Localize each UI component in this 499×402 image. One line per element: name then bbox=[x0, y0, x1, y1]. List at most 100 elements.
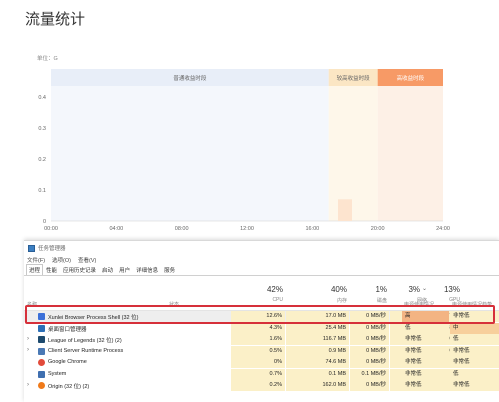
cpu-value: 4.3% bbox=[231, 322, 285, 334]
process-row[interactable]: Google Chrome0%74.6 MB0 MB/秒0 Mbps0%非常低非… bbox=[24, 357, 499, 368]
band-label-2: 高收益时段 bbox=[397, 74, 425, 82]
x-tick-label: 12:00 bbox=[240, 226, 254, 232]
tab-details[interactable]: 详细信息 bbox=[133, 264, 161, 275]
disk-value: 0 MB/秒 bbox=[350, 357, 389, 368]
process-row[interactable]: › Client Server Runtime Process 0.5% 0.9 MB… bbox=[24, 345, 499, 357]
power-usage-value: 非常低 bbox=[402, 334, 449, 345]
process-name: Xunlei Browser Process Shell (32 位) bbox=[48, 315, 139, 321]
process-row[interactable]: System0.7%0.1 MB0.1 MB/秒0.1 Mbps0%非常低低 bbox=[24, 368, 499, 380]
column-power-trend[interactable]: 电源使用情况趋势 bbox=[452, 301, 492, 308]
y-tick-label: 0.4 bbox=[38, 95, 46, 101]
tab-services[interactable]: 服务 bbox=[161, 264, 178, 275]
cpu-value: 0.7% bbox=[231, 368, 285, 380]
task-manager-icon bbox=[28, 244, 35, 252]
process-table-header: 名称 状态 42% CPU 40% 内存 1% 磁盘 3% ⌄ 网络 13% G… bbox=[24, 277, 499, 311]
cpu-value: 0.2% bbox=[231, 380, 285, 391]
lol-icon bbox=[38, 336, 45, 343]
band-body-2 bbox=[377, 86, 443, 221]
system-icon bbox=[38, 370, 45, 378]
power-trend-value: 低 bbox=[450, 334, 499, 345]
y-tick-label: 0 bbox=[43, 219, 46, 225]
process-name: League of Legends (32 位) (2) bbox=[48, 338, 122, 344]
power-trend-value: 非常低 bbox=[450, 357, 499, 368]
memory-value: 25.4 MB bbox=[286, 322, 349, 334]
desktop-window-icon bbox=[38, 324, 45, 332]
network-total[interactable]: 3% bbox=[390, 285, 420, 294]
column-cpu[interactable]: CPU bbox=[231, 297, 283, 303]
data-bar bbox=[338, 199, 352, 221]
cpu-value: 12.6% bbox=[231, 311, 285, 322]
menu-file[interactable]: 文件(F) bbox=[27, 256, 45, 264]
cpu-value: 0.5% bbox=[231, 345, 285, 357]
expand-chevron-icon[interactable]: › bbox=[27, 382, 29, 388]
power-trend-value: 中 bbox=[450, 322, 499, 334]
y-tick-label: 0.2 bbox=[38, 157, 46, 163]
x-tick-label: 24:00 bbox=[436, 226, 450, 232]
x-tick-label: 16:00 bbox=[305, 226, 319, 232]
xunlei-icon bbox=[38, 313, 45, 320]
menu-view[interactable]: 查看(V) bbox=[78, 256, 96, 264]
process-row[interactable]: › League of Legends (32 位) (2) 1.6% 116.7 M… bbox=[24, 334, 499, 345]
column-memory[interactable]: 内存 bbox=[286, 297, 347, 304]
memory-total[interactable]: 40% bbox=[286, 285, 347, 294]
column-disk[interactable]: 磁盘 bbox=[350, 297, 387, 304]
process-name: 桌面窗口管理器 bbox=[48, 326, 87, 333]
system-process-icon bbox=[38, 347, 45, 355]
process-name: Google Chrome bbox=[48, 359, 87, 365]
band-label-0: 普通收益时段 bbox=[173, 74, 207, 82]
gpu-total[interactable]: 13% bbox=[430, 285, 460, 294]
disk-value: 0.1 MB/秒 bbox=[350, 368, 389, 380]
tab-users[interactable]: 用户 bbox=[116, 264, 133, 275]
cpu-total[interactable]: 42% bbox=[231, 285, 283, 294]
process-name: Origin (32 位) (2) bbox=[48, 384, 90, 390]
process-row[interactable]: 桌面窗口管理器4.3%25.4 MB0 MB/秒0 Mbps3.3%低中 bbox=[24, 322, 499, 334]
tab-startup[interactable]: 启动 bbox=[99, 264, 116, 275]
column-status[interactable]: 状态 bbox=[169, 301, 179, 308]
memory-value: 162.0 MB bbox=[286, 380, 349, 391]
memory-value: 0.1 MB bbox=[286, 368, 349, 380]
power-usage-value: 非常低 bbox=[402, 357, 449, 368]
task-manager-window: 任务管理器 文件(F) 选项(O) 查看(V) 进程 性能 应用历史记录 启动 … bbox=[24, 240, 499, 402]
process-row[interactable]: ›Origin (32 位) (2)0.2%162.0 MB0 MB/秒0 Mb… bbox=[24, 380, 499, 391]
column-power-usage[interactable]: 电源使用情况 bbox=[404, 301, 434, 308]
origin-icon bbox=[38, 382, 45, 389]
disk-value: 0 MB/秒 bbox=[350, 334, 389, 345]
band-body-0 bbox=[51, 86, 329, 221]
band-label-1: 较高收益时段 bbox=[337, 74, 371, 82]
x-tick-label: 20:00 bbox=[371, 226, 385, 232]
memory-value: 74.6 MB bbox=[286, 357, 349, 368]
power-usage-value: 高 bbox=[402, 311, 449, 322]
tab-processes[interactable]: 进程 bbox=[26, 264, 44, 275]
page: 流量统计 单位：G 普通收益时段 较高收益时段 高收益时段 0 0.1 0.2 0.3 0.4… bbox=[0, 0, 499, 402]
disk-value: 0 MB/秒 bbox=[350, 311, 389, 322]
cpu-value: 1.6% bbox=[231, 334, 285, 345]
menu-options[interactable]: 选项(O) bbox=[52, 256, 71, 264]
process-row[interactable]: Xunlei Browser Process Shell (32 位) 12.6%… bbox=[24, 311, 499, 322]
y-tick-label: 0.1 bbox=[38, 188, 46, 194]
power-trend-value: 非常低 bbox=[450, 345, 499, 357]
expand-chevron-icon[interactable]: › bbox=[27, 347, 29, 353]
power-usage-value: 非常低 bbox=[402, 368, 449, 380]
expand-chevron-icon[interactable]: › bbox=[27, 336, 29, 342]
tab-strip: 进程 性能 应用历史记录 启动 用户 详细信息 服务 bbox=[24, 264, 499, 276]
tab-app-history[interactable]: 应用历史记录 bbox=[60, 264, 99, 275]
process-name: System bbox=[48, 370, 67, 377]
y-tick-label: 0.3 bbox=[38, 126, 46, 132]
x-tick-label: 04:00 bbox=[109, 226, 123, 232]
tab-performance[interactable]: 性能 bbox=[43, 264, 60, 275]
power-trend-value: 非常低 bbox=[450, 380, 499, 391]
disk-total[interactable]: 1% bbox=[350, 285, 387, 294]
power-usage-value: 低 bbox=[402, 322, 449, 334]
sort-chevron-icon: ⌄ bbox=[422, 286, 428, 292]
column-name[interactable]: 名称 bbox=[27, 301, 37, 308]
disk-value: 0 MB/秒 bbox=[350, 322, 389, 334]
power-trend-value: 非常低 bbox=[450, 311, 499, 322]
x-tick-label: 08:00 bbox=[175, 226, 189, 232]
disk-value: 0 MB/秒 bbox=[350, 380, 389, 391]
chrome-icon bbox=[38, 359, 45, 366]
cpu-value: 0% bbox=[231, 357, 285, 368]
power-usage-value: 非常低 bbox=[402, 345, 449, 357]
window-titlebar[interactable]: 任务管理器 bbox=[24, 241, 499, 255]
memory-value: 0.9 MB bbox=[286, 345, 349, 357]
band-body-1 bbox=[328, 86, 378, 221]
